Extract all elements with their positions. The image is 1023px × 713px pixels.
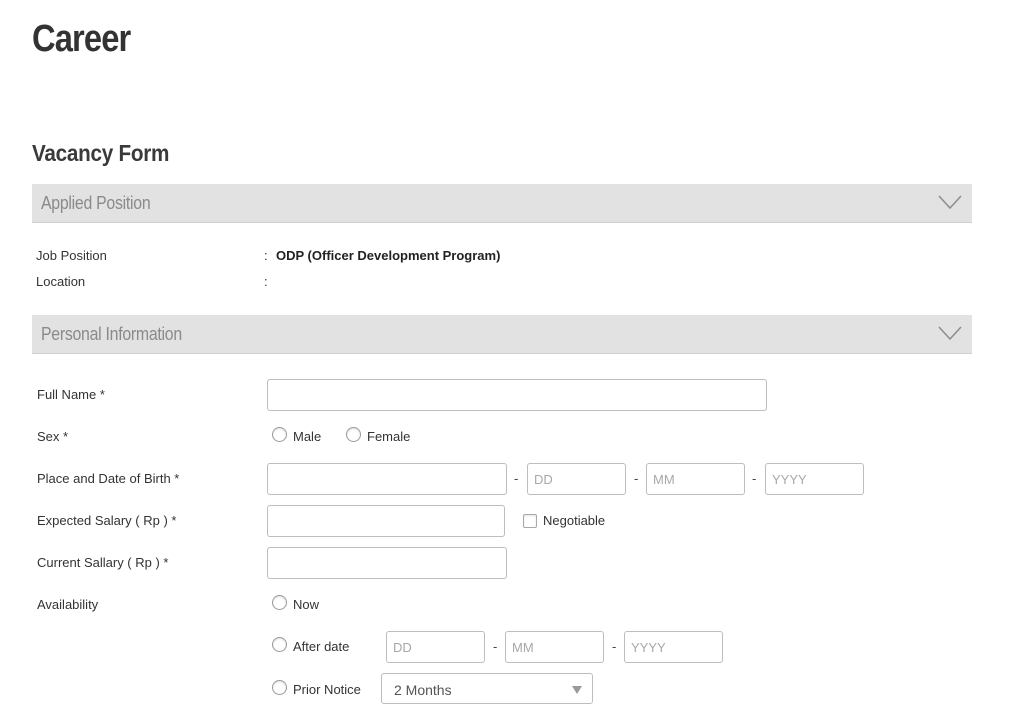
full-name-input[interactable] <box>267 379 767 411</box>
expected-salary-input[interactable] <box>267 505 505 537</box>
after-date-separator: - <box>493 639 498 654</box>
job-position-colon: : <box>264 248 268 263</box>
full-name-label: Full Name * <box>37 387 105 402</box>
after-date-separator: - <box>612 639 617 654</box>
expected-salary-label: Expected Salary ( Rp ) * <box>37 513 177 528</box>
birth-separator: - <box>752 471 757 486</box>
availability-now-label: Now <box>293 597 320 612</box>
prior-notice-select[interactable]: 2 Months <box>381 673 593 704</box>
form-title: Vacancy Form <box>32 140 170 166</box>
availability-now-radio[interactable] <box>272 595 287 610</box>
availability-after-date-radio[interactable] <box>272 637 287 652</box>
job-position-label: Job Position <box>36 248 107 263</box>
location-colon: : <box>264 274 268 289</box>
birth-separator: - <box>514 471 519 486</box>
availability-prior-notice-radio[interactable] <box>272 680 287 695</box>
negotiable-checkbox[interactable] <box>523 514 537 528</box>
page-title: Career <box>32 18 131 60</box>
chevron-down-icon <box>938 326 962 340</box>
birth-place-input[interactable] <box>267 463 507 495</box>
section-personal-information-label: Personal Information <box>41 324 182 344</box>
birth-year-input[interactable] <box>765 463 864 495</box>
section-personal-information-header[interactable]: Personal Information <box>32 315 972 354</box>
sex-label: Sex * <box>37 429 69 444</box>
after-date-day-input[interactable] <box>386 631 485 663</box>
current-salary-input[interactable] <box>267 547 507 579</box>
prior-notice-selected-value: 2 Months <box>394 682 452 698</box>
current-salary-label: Current Sallary ( Rp ) * <box>37 555 169 570</box>
caret-down-icon <box>572 686 582 694</box>
chevron-down-icon <box>938 195 962 209</box>
sex-male-label: Male <box>293 429 322 444</box>
location-label: Location <box>36 274 86 289</box>
negotiable-label: Negotiable <box>543 513 606 528</box>
birth-day-input[interactable] <box>527 463 626 495</box>
sex-female-radio[interactable] <box>346 427 361 442</box>
availability-prior-notice-label: Prior Notice <box>293 682 361 697</box>
job-position-value: ODP (Officer Development Program) <box>276 248 501 263</box>
birth-separator: - <box>634 471 639 486</box>
birth-label: Place and Date of Birth * <box>37 471 180 486</box>
sex-female-label: Female <box>367 429 411 444</box>
availability-after-date-label: After date <box>293 639 350 654</box>
availability-label: Availability <box>37 597 99 612</box>
section-applied-position-header[interactable]: Applied Position <box>32 184 972 223</box>
after-date-month-input[interactable] <box>505 631 604 663</box>
after-date-year-input[interactable] <box>624 631 723 663</box>
section-applied-position-label: Applied Position <box>41 193 151 213</box>
birth-month-input[interactable] <box>646 463 745 495</box>
sex-male-radio[interactable] <box>272 427 287 442</box>
